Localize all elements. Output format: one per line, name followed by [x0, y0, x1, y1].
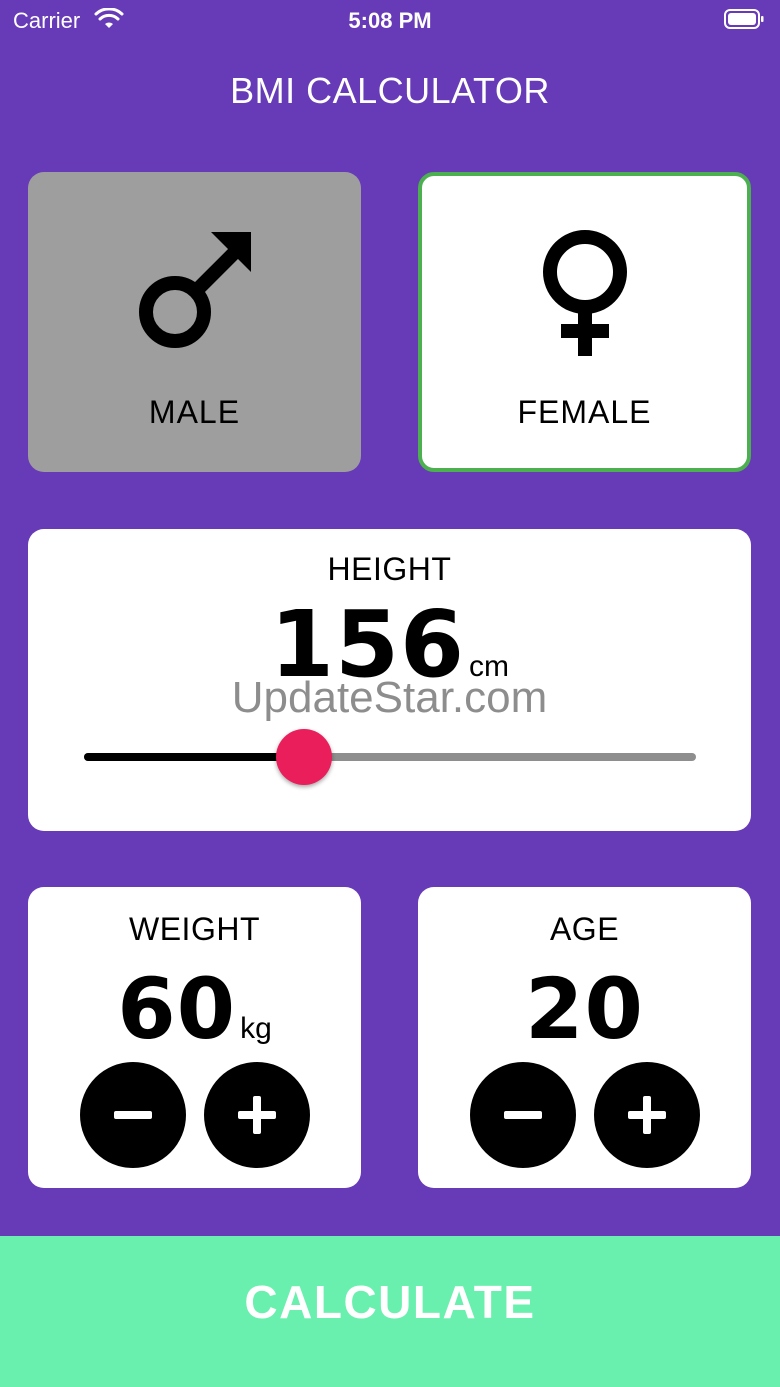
weight-increment-button[interactable] [204, 1062, 310, 1168]
male-symbol-icon [138, 232, 251, 348]
age-label: AGE [549, 911, 620, 947]
minus-icon [114, 1111, 152, 1119]
watermark-text: UpdateStar.com [231, 673, 548, 722]
age-value-row: 20 [418, 967, 751, 1051]
age-stepper [470, 1062, 700, 1168]
weight-unit: kg [240, 1012, 272, 1045]
height-label: HEIGHT [327, 551, 452, 587]
page-title: BMI CALCULATOR [230, 70, 550, 111]
status-bar: Carrier 5:08 PM [0, 0, 780, 40]
age-value: 20 [525, 960, 644, 1058]
female-gender-card[interactable]: FEMALE [418, 172, 751, 472]
weight-value: 60 [117, 960, 237, 1058]
calculate-button[interactable]: CALCULATE [0, 1236, 780, 1387]
male-label: MALE [148, 394, 241, 430]
minus-icon [504, 1111, 542, 1119]
plus-icon [238, 1096, 276, 1134]
height-slider[interactable] [84, 729, 696, 785]
weight-value-row: 60 kg [28, 967, 361, 1051]
age-card: AGE 20 [418, 887, 751, 1188]
weight-card: WEIGHT 60 kg [28, 887, 361, 1188]
female-label: FEMALE [517, 394, 652, 430]
height-card: HEIGHT 156 cm UpdateStar.com [28, 529, 751, 831]
status-time: 5:08 PM [348, 8, 432, 33]
male-gender-card[interactable]: MALE [28, 172, 361, 472]
plus-icon [628, 1096, 666, 1134]
weight-stepper [80, 1062, 310, 1168]
age-decrement-button[interactable] [470, 1062, 576, 1168]
weight-decrement-button[interactable] [80, 1062, 186, 1168]
calculate-label: CALCULATE [244, 1275, 536, 1328]
weight-label: WEIGHT [129, 911, 260, 947]
battery-icon [724, 9, 764, 29]
slider-thumb[interactable] [276, 729, 333, 785]
age-increment-button[interactable] [594, 1062, 700, 1168]
female-symbol-icon [542, 230, 627, 356]
slider-track-active[interactable] [84, 753, 305, 761]
